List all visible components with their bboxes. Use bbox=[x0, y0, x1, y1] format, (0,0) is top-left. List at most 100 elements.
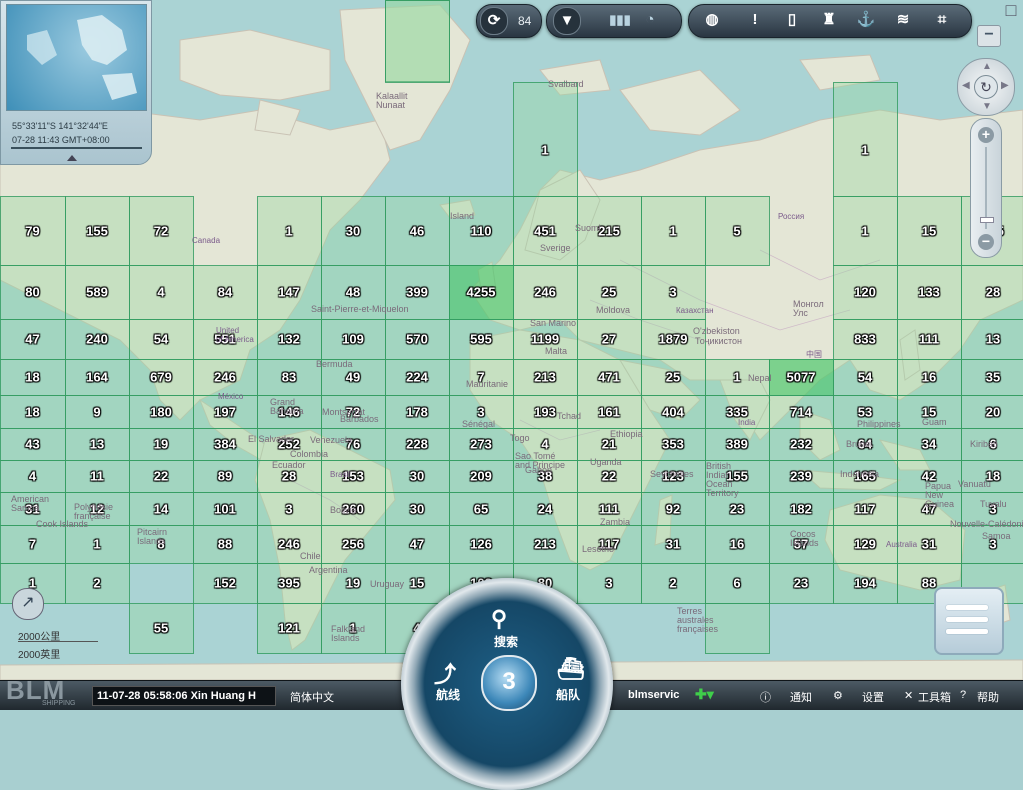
place-label: Seychelles bbox=[650, 469, 694, 479]
username: blmservic bbox=[628, 689, 680, 701]
zoom-out-button[interactable]: − bbox=[978, 234, 994, 250]
grid-cell[interactable] bbox=[513, 82, 578, 197]
expand-arrow-icon[interactable]: ↗ bbox=[12, 588, 44, 620]
fleet-ship-icon[interactable]: ⛴ bbox=[557, 656, 585, 682]
place-label: Ecuador bbox=[272, 460, 306, 470]
place-label: Tuvalu bbox=[980, 499, 1007, 509]
vessel-count: 7 bbox=[28, 536, 37, 552]
vessel-count: 833 bbox=[854, 331, 876, 347]
alert-icon[interactable]: ! bbox=[742, 7, 768, 33]
pan-left-icon[interactable]: ◀ bbox=[962, 80, 970, 91]
tools-icon[interactable]: ✕ bbox=[904, 689, 913, 702]
globe-icon[interactable]: ◍ bbox=[699, 7, 725, 33]
refresh-control[interactable]: ⟳ 84 bbox=[476, 4, 542, 38]
place-label: Chile bbox=[300, 551, 321, 561]
vessel-count: 30 bbox=[409, 468, 425, 484]
vessel-count: 83 bbox=[281, 369, 297, 385]
pan-down-icon[interactable]: ▼ bbox=[982, 101, 992, 112]
search-button[interactable]: 搜索 bbox=[494, 633, 518, 650]
notify-button[interactable]: 通知 bbox=[790, 689, 812, 705]
vessel-count: 53 bbox=[857, 404, 873, 419]
collapse-minimap-icon[interactable] bbox=[67, 155, 77, 161]
overview-minimap[interactable]: 55°33'11"S 141°32'44"E 07-28 11:43 GMT+0… bbox=[0, 0, 152, 165]
zoom-slider-handle[interactable] bbox=[980, 217, 994, 223]
place-label: Bermuda bbox=[316, 359, 353, 369]
vessel-count: 147 bbox=[278, 284, 300, 300]
vessel-count: 197 bbox=[214, 404, 236, 419]
vessel-count: 110 bbox=[470, 223, 492, 238]
place-label: British Indian Ocean Territory bbox=[706, 461, 739, 498]
place-label: Moldova bbox=[596, 305, 631, 315]
vessel-count: 1 bbox=[733, 369, 741, 385]
info-icon[interactable]: ⓘ bbox=[760, 689, 771, 705]
vessel-count: 1 bbox=[541, 142, 549, 158]
vessel-count: 126 bbox=[470, 536, 492, 552]
place-label: Монгол Улс bbox=[793, 299, 824, 318]
gear-icon[interactable]: ⚙ bbox=[833, 689, 843, 702]
zoom-in-button[interactable]: + bbox=[978, 127, 994, 143]
pan-right-icon[interactable]: ▶ bbox=[1001, 80, 1009, 91]
toolbox-button[interactable]: 工具箱 bbox=[918, 689, 951, 705]
vessel-count: 240 bbox=[86, 331, 108, 347]
minimap-globe[interactable] bbox=[6, 4, 147, 111]
fleet-button[interactable]: 船队 bbox=[556, 686, 580, 703]
vessel-count: 47 bbox=[409, 536, 425, 552]
vessel-count: 232 bbox=[790, 436, 812, 452]
radar-icon[interactable]: ◔ bbox=[637, 7, 663, 33]
place-label: Uruguay bbox=[370, 579, 405, 589]
place-label: Colombia bbox=[290, 449, 329, 459]
vessel-count: 55 bbox=[153, 620, 169, 636]
tools-toolbar: ◍ ! ▯ ♜ ⚓ ≋ ⌗ bbox=[688, 4, 972, 38]
place-label: Polynésie française bbox=[74, 502, 114, 521]
menu-button[interactable] bbox=[934, 587, 1004, 655]
place-label: Grand Bahama bbox=[270, 397, 304, 416]
route-icon[interactable]: ⤴ bbox=[434, 657, 456, 689]
settings-button[interactable]: 设置 bbox=[862, 689, 884, 705]
place-label: Nouvelle-Calédonie bbox=[950, 519, 1023, 529]
screen-capture-icon[interactable]: ⌗ bbox=[929, 7, 955, 33]
lighthouse-icon[interactable]: ♜ bbox=[816, 7, 842, 33]
place-label: Казахстан bbox=[676, 306, 714, 315]
vessel-count: 13 bbox=[89, 436, 105, 452]
refresh-icon[interactable]: ⟳ bbox=[480, 7, 508, 35]
place-label: Montserrat bbox=[322, 407, 366, 417]
place-label: Lesotho bbox=[582, 544, 615, 554]
help-button[interactable]: 帮助 bbox=[977, 689, 999, 705]
route-button[interactable]: 航线 bbox=[436, 686, 460, 703]
dial-center-logo[interactable]: 3 bbox=[481, 655, 537, 711]
place-label: Saint-Pierre-et-Miquelon bbox=[311, 304, 409, 314]
signal-bars-icon[interactable]: ▮▮▮ bbox=[607, 7, 633, 33]
language-selector[interactable]: 简体中文 bbox=[290, 689, 334, 705]
anchor-icon[interactable]: ⚓ bbox=[853, 7, 879, 33]
ruler-icon[interactable]: ▯ bbox=[779, 7, 805, 33]
add-icon[interactable]: ✚▾ bbox=[695, 686, 714, 703]
vessel-count: 88 bbox=[921, 575, 937, 591]
search-icon[interactable]: ⚲ bbox=[491, 606, 507, 632]
weather-icon[interactable]: ≋ bbox=[890, 7, 916, 33]
vessel-count: 389 bbox=[726, 436, 748, 452]
vessel-count: 22 bbox=[153, 468, 169, 484]
grid-cell[interactable] bbox=[833, 82, 898, 197]
vessel-count: 3 bbox=[605, 575, 613, 591]
place-label: Australia bbox=[886, 540, 918, 549]
vessel-count: 16 bbox=[729, 536, 745, 552]
pan-compass[interactable]: ↻ ▲ ▼ ◀ ▶ bbox=[957, 58, 1015, 116]
vessel-count: 9 bbox=[93, 404, 101, 419]
grid-cell[interactable] bbox=[385, 0, 450, 83]
vessel-count: 28 bbox=[985, 284, 1001, 300]
help-icon[interactable]: ? bbox=[960, 689, 966, 701]
minimap-divider bbox=[11, 147, 142, 149]
minimize-button[interactable]: − bbox=[977, 25, 1001, 47]
place-label: Brunei bbox=[846, 439, 873, 449]
place-label: Svalbard bbox=[548, 79, 584, 89]
vessel-count: 209 bbox=[470, 468, 492, 484]
filter-icon[interactable]: ▼ bbox=[553, 7, 581, 35]
vessel-count: 4 bbox=[157, 284, 165, 300]
place-label: American Samoa bbox=[11, 494, 50, 513]
pan-up-icon[interactable]: ▲ bbox=[982, 61, 992, 72]
vessel-count: 256 bbox=[342, 536, 364, 552]
reset-view-icon[interactable]: ↻ bbox=[974, 75, 998, 99]
close-icon[interactable]: □ bbox=[1000, 0, 1022, 20]
vessel-count: 11 bbox=[90, 468, 104, 484]
vessel-count: 18 bbox=[25, 369, 40, 385]
